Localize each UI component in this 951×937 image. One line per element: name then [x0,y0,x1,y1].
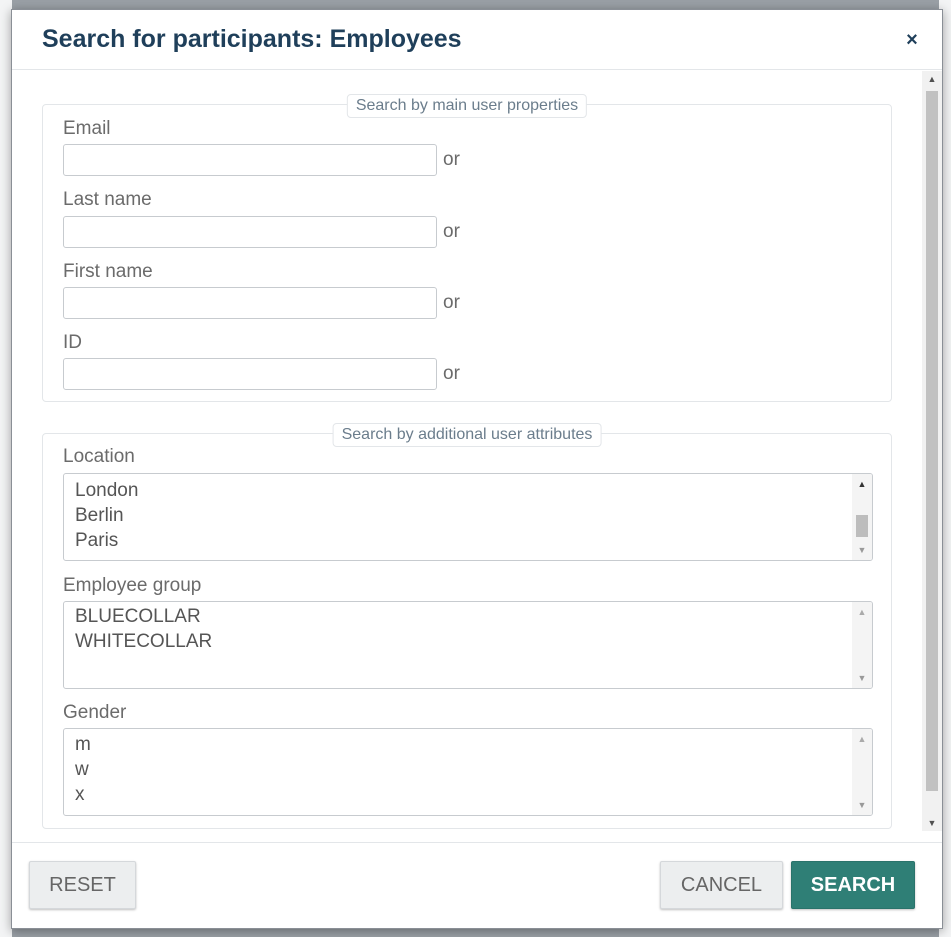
employee-group-label: Employee group [63,575,202,596]
gender-scrollbar[interactable]: ▲ ▼ [852,729,872,815]
location-option[interactable]: Berlin [75,505,124,527]
dialog-body: Search by main user properties Email or … [12,71,942,841]
dialog-body-scrollbar[interactable]: ▲ ▼ [922,71,942,831]
scroll-down-icon[interactable]: ▼ [852,670,872,686]
dialog-header: Search for participants: Employees × [12,10,942,70]
id-input[interactable] [63,358,437,390]
scroll-down-icon[interactable]: ▼ [852,542,872,558]
location-scrollbar[interactable]: ▲ ▼ [852,474,872,560]
location-listbox[interactable]: London Berlin Paris ▲ ▼ [63,473,873,561]
cancel-button[interactable]: CANCEL [660,861,783,909]
additional-attributes-group: Search by additional user attributes Loc… [42,423,892,829]
dialog-title: Search for participants: Employees [42,25,462,53]
scroll-down-icon[interactable]: ▼ [922,815,942,831]
gender-option[interactable]: w [75,759,89,781]
scroll-up-icon[interactable]: ▲ [852,731,872,747]
id-or-text: or [443,363,460,384]
first-name-or-text: or [443,292,460,313]
first-name-input[interactable] [63,287,437,319]
dialog-scroll-thumb[interactable] [926,91,938,791]
email-or-text: or [443,149,460,170]
last-name-or-text: or [443,221,460,242]
gender-label: Gender [63,702,127,723]
search-button[interactable]: SEARCH [791,861,915,909]
gender-option[interactable]: m [75,734,91,756]
scroll-down-icon[interactable]: ▼ [852,797,872,813]
location-scroll-thumb[interactable] [856,515,868,537]
id-label: ID [63,332,82,353]
location-label: Location [63,446,135,467]
last-name-input[interactable] [63,216,437,248]
search-participants-dialog: Search for participants: Employees × Sea… [11,9,943,929]
email-input[interactable] [63,144,437,176]
dialog-footer: RESET CANCEL SEARCH [12,842,942,928]
scroll-up-icon[interactable]: ▲ [852,604,872,620]
location-option[interactable]: Paris [75,530,118,552]
gender-option[interactable]: x [75,784,85,806]
gender-listbox[interactable]: m w x ▲ ▼ [63,728,873,816]
first-name-label: First name [63,261,153,282]
main-properties-group: Search by main user properties Email or … [42,94,892,402]
employee-group-listbox[interactable]: BLUECOLLAR WHITECOLLAR ▲ ▼ [63,601,873,689]
last-name-label: Last name [63,189,152,210]
reset-button[interactable]: RESET [29,861,136,909]
scroll-up-icon[interactable]: ▲ [852,476,872,492]
scroll-up-icon[interactable]: ▲ [922,71,942,87]
employee-group-scrollbar[interactable]: ▲ ▼ [852,602,872,688]
additional-attributes-legend: Search by additional user attributes [332,423,602,447]
employee-group-option[interactable]: WHITECOLLAR [75,631,212,653]
close-icon[interactable]: × [900,28,924,52]
email-label: Email [63,118,111,139]
employee-group-option[interactable]: BLUECOLLAR [75,606,201,628]
location-option[interactable]: London [75,480,138,502]
main-properties-legend: Search by main user properties [346,94,588,118]
